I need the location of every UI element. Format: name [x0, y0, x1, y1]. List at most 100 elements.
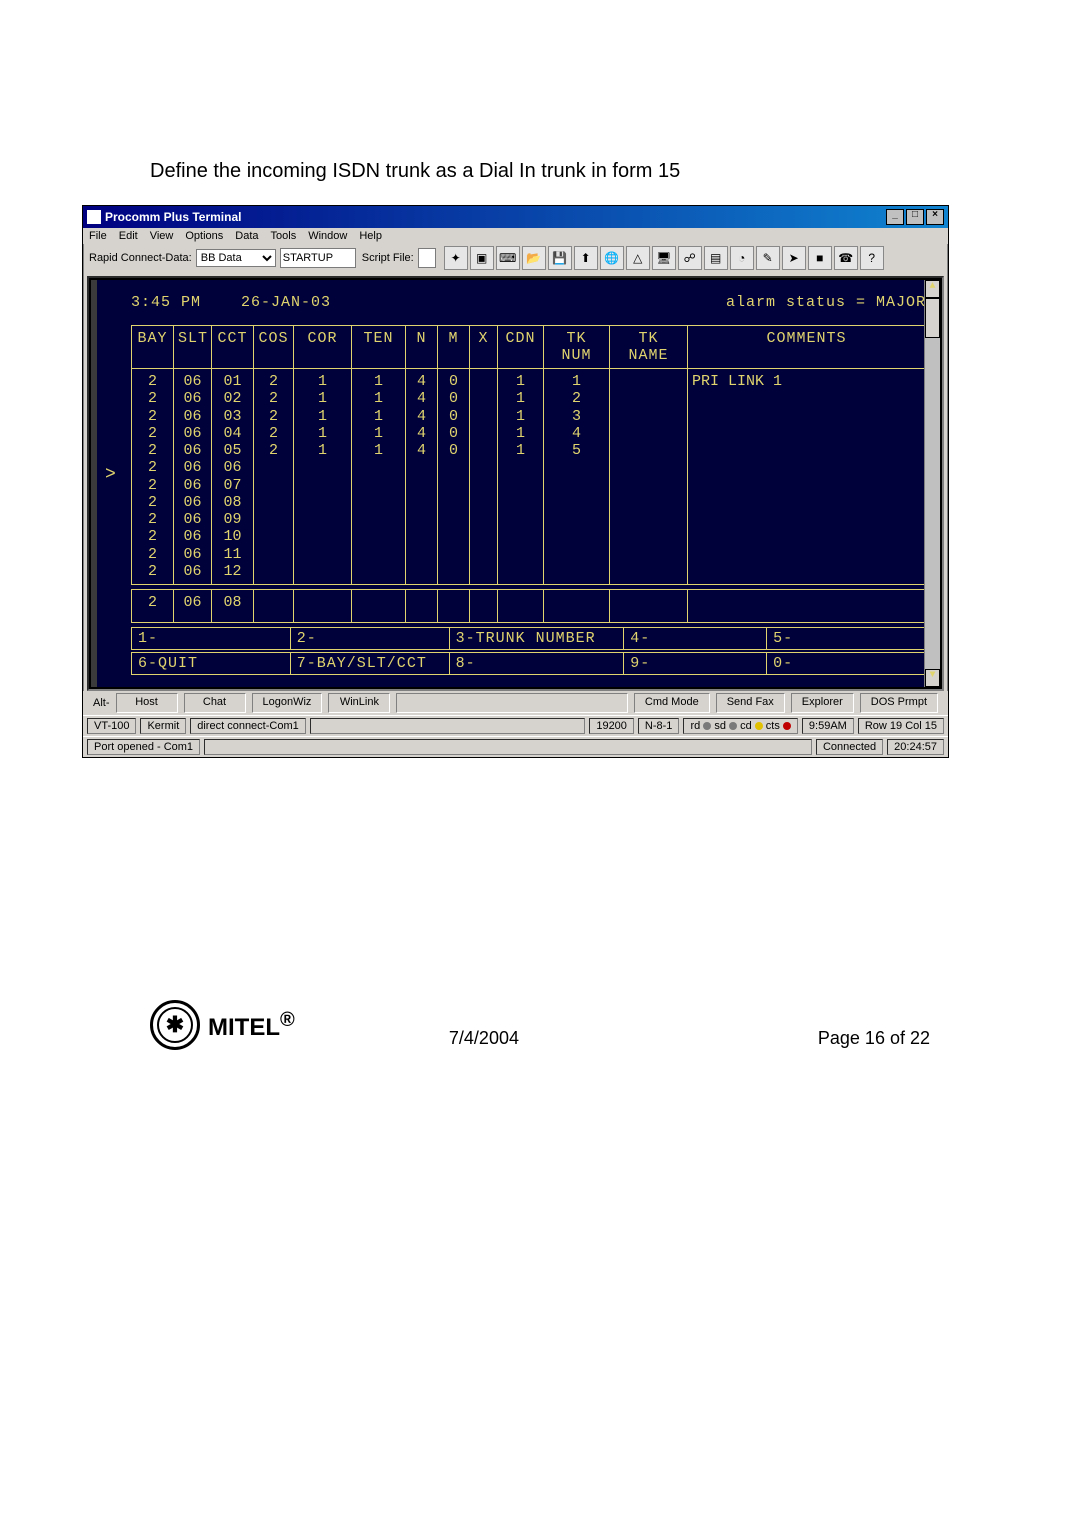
cell-cct: 04 [223, 425, 241, 442]
cell-tkname [644, 511, 653, 528]
cell-cdn [516, 528, 525, 545]
status-bits[interactable]: N-8-1 [638, 718, 680, 734]
fkey-5[interactable]: 5- [767, 628, 926, 650]
fkey-8[interactable]: 8- [449, 653, 624, 675]
status-baud[interactable]: 19200 [589, 718, 634, 734]
book-icon[interactable]: ▣ [470, 246, 494, 270]
btn-explorer[interactable]: Explorer [791, 693, 854, 713]
clock-icon[interactable]: ◔ [730, 246, 754, 270]
fkey-1[interactable]: 1- [132, 628, 291, 650]
hdr-ten: TEN [352, 326, 406, 369]
script-file-name[interactable] [280, 248, 356, 268]
cell-bay: 2 [148, 373, 157, 390]
phone-icon[interactable]: ☎ [834, 246, 858, 270]
scroll-down-icon[interactable]: ▼ [925, 669, 940, 687]
cell-cdn [516, 494, 525, 511]
cell-cos [269, 511, 278, 528]
cell-cdn [516, 546, 525, 563]
scroll-up-icon[interactable]: ▲ [925, 280, 940, 298]
cell-ten [374, 546, 383, 563]
btn-chat[interactable]: Chat [184, 693, 246, 713]
triangle-icon[interactable]: △ [626, 246, 650, 270]
terminal-area[interactable]: 3:45 PM 26-JAN-03 alarm status = MAJOR > [91, 280, 940, 687]
cursor-row[interactable]: 2 06 08 [132, 590, 926, 623]
cell-m: 0 [449, 408, 458, 425]
cell-tkname [644, 477, 653, 494]
cursor-slt: 06 [174, 590, 212, 623]
close-button[interactable]: × [926, 209, 944, 225]
status-time: 9:59AM [802, 718, 854, 734]
cell-tkname [644, 442, 653, 459]
status-term[interactable]: VT-100 [87, 718, 136, 734]
monitor-icon[interactable]: 🖥 [652, 246, 676, 270]
cell-ten [374, 459, 383, 476]
hdr-slt: SLT [174, 326, 212, 369]
btn-cmdmode[interactable]: Cmd Mode [634, 693, 710, 713]
btn-dosprompt[interactable]: DOS Prmpt [860, 693, 938, 713]
folder-open-icon[interactable]: 📂 [522, 246, 546, 270]
vertical-scrollbar[interactable]: ▲ ▼ [924, 280, 940, 687]
window-title: Procomm Plus Terminal [105, 210, 241, 224]
cell-tknum [572, 563, 581, 580]
table-header-row: BAY SLT CCT COS COR TEN N M X CDN TK NUM… [132, 326, 926, 369]
menu-options[interactable]: Options [185, 230, 223, 242]
cell-m: 0 [449, 442, 458, 459]
status-proto[interactable]: Kermit [140, 718, 186, 734]
brand-logo-icon: ✱ [150, 1000, 200, 1050]
arrow-icon[interactable]: ➤ [782, 246, 806, 270]
btn-host[interactable]: Host [116, 693, 178, 713]
script-file-dropdown[interactable] [418, 248, 436, 268]
bottom-button-bar: Alt- Host Chat LogonWiz WinLink Cmd Mode… [83, 691, 948, 715]
upload-icon[interactable]: ⬆ [574, 246, 598, 270]
page-icon[interactable]: ▤ [704, 246, 728, 270]
fkey-0[interactable]: 0- [767, 653, 926, 675]
script-icon[interactable]: ☍ [678, 246, 702, 270]
cell-ten [374, 477, 383, 494]
cursor-bay: 2 [132, 590, 174, 623]
run-icon[interactable]: ✦ [444, 246, 468, 270]
cell-n [417, 459, 426, 476]
btn-logonwiz[interactable]: LogonWiz [252, 693, 323, 713]
cell-x [479, 442, 488, 459]
cell-n [417, 563, 426, 580]
stop-icon[interactable]: ■ [808, 246, 832, 270]
status-conn[interactable]: direct connect-Com1 [190, 718, 306, 734]
cell-m: 0 [449, 390, 458, 407]
status-gap [310, 718, 586, 734]
keypad-icon[interactable]: ⌨ [496, 246, 520, 270]
fkey-row-1: 1- 2- 3-TRUNK NUMBER 4- 5- [131, 627, 926, 650]
maximize-button[interactable]: □ [906, 209, 924, 225]
paint-icon[interactable]: ✎ [756, 246, 780, 270]
minimize-button[interactable]: _ [886, 209, 904, 225]
cell-n: 4 [417, 373, 426, 390]
fkey-9[interactable]: 9- [624, 653, 767, 675]
rapid-connect-select[interactable]: BB Data [196, 249, 276, 267]
menu-view[interactable]: View [150, 230, 174, 242]
btn-blank[interactable] [396, 693, 627, 713]
fkey-6[interactable]: 6-QUIT [132, 653, 291, 675]
menu-window[interactable]: Window [308, 230, 347, 242]
cell-bay: 2 [148, 425, 157, 442]
cell-ten: 1 [374, 408, 383, 425]
menu-help[interactable]: Help [359, 230, 382, 242]
fkey-4[interactable]: 4- [624, 628, 767, 650]
menu-data[interactable]: Data [235, 230, 258, 242]
hdr-tkname: TK NAME [610, 326, 688, 369]
help-icon[interactable]: ? [860, 246, 884, 270]
menu-file[interactable]: File [89, 230, 107, 242]
menu-edit[interactable]: Edit [119, 230, 138, 242]
btn-sendfax[interactable]: Send Fax [716, 693, 785, 713]
folder-save-icon[interactable]: 💾 [548, 246, 572, 270]
fkey-2[interactable]: 2- [290, 628, 449, 650]
globe-icon[interactable]: 🌐 [600, 246, 624, 270]
fkey-3[interactable]: 3-TRUNK NUMBER [449, 628, 624, 650]
page-instruction: Define the incoming ISDN trunk as a Dial… [150, 160, 680, 183]
btn-winlink[interactable]: WinLink [328, 693, 390, 713]
menu-tools[interactable]: Tools [271, 230, 297, 242]
footer-date: 7/4/2004 [449, 1028, 519, 1049]
fkey-7[interactable]: 7-BAY/SLT/CCT [290, 653, 449, 675]
cell-m [449, 511, 458, 528]
cell-tknum: 4 [572, 425, 581, 442]
cell-tknum [572, 494, 581, 511]
scroll-thumb[interactable] [925, 298, 940, 338]
